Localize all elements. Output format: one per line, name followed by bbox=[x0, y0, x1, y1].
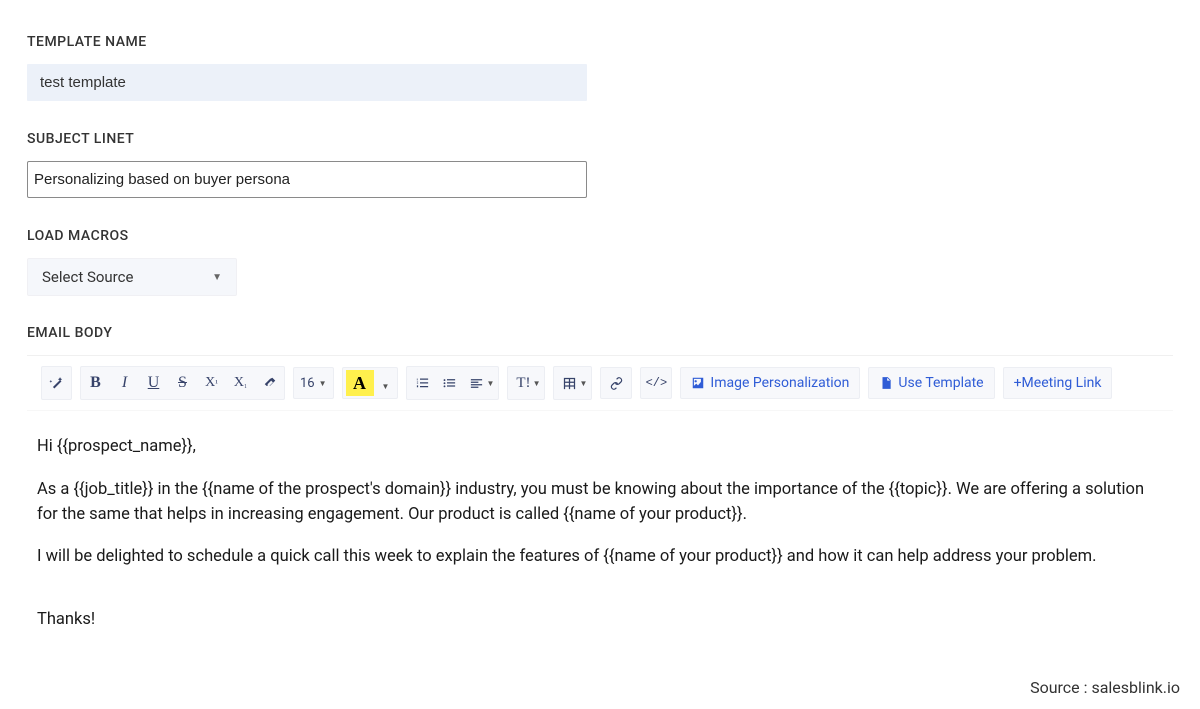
link-icon bbox=[609, 376, 624, 391]
email-body-label: EMAIL BODY bbox=[27, 325, 1173, 341]
align-icon bbox=[469, 376, 484, 391]
template-name-input[interactable] bbox=[27, 64, 587, 101]
macro-source-value: Select Source bbox=[42, 268, 133, 286]
underline-button[interactable]: U bbox=[139, 367, 168, 399]
font-size-select[interactable]: 16 ▼ bbox=[293, 367, 334, 399]
chevron-down-icon: ▼ bbox=[212, 272, 222, 283]
email-body-editor[interactable]: Hi {{prospect_name}}, As a {{job_title}}… bbox=[27, 411, 1173, 661]
body-paragraph-2: I will be delighted to schedule a quick … bbox=[37, 545, 1163, 570]
font-size-value: 16 bbox=[300, 376, 315, 391]
template-name-label: TEMPLATE NAME bbox=[27, 34, 1173, 50]
font-color-icon: A bbox=[346, 370, 374, 396]
bold-button[interactable]: B bbox=[81, 367, 110, 399]
body-greeting: Hi {{prospect_name}}, bbox=[37, 435, 1163, 460]
subject-line-label: SUBJECT LINET bbox=[27, 131, 1173, 147]
unordered-list-icon bbox=[442, 376, 457, 391]
editor-toolbar: B I U S X X 16 ▼ A ▼ bbox=[27, 355, 1173, 411]
load-macros-label: LOAD MACROS bbox=[27, 228, 1173, 244]
unordered-list-button[interactable] bbox=[434, 367, 461, 399]
insert-table-button[interactable]: ▼ bbox=[554, 367, 591, 399]
code-view-button[interactable]: </> bbox=[640, 367, 672, 399]
use-template-button[interactable]: Use Template bbox=[868, 367, 994, 399]
table-icon bbox=[562, 376, 577, 391]
ordered-list-icon bbox=[415, 376, 430, 391]
body-closing: Thanks! bbox=[37, 608, 1163, 633]
font-color-button[interactable]: A ▼ bbox=[342, 367, 399, 399]
chevron-down-icon: ▼ bbox=[319, 379, 327, 388]
image-personalization-button[interactable]: Image Personalization bbox=[680, 367, 860, 399]
meeting-link-label: +Meeting Link bbox=[1014, 375, 1102, 391]
magic-wand-button[interactable] bbox=[42, 367, 71, 399]
superscript-button[interactable]: X bbox=[197, 367, 226, 399]
meeting-link-button[interactable]: +Meeting Link bbox=[1003, 367, 1113, 399]
align-button[interactable]: ▼ bbox=[461, 367, 498, 399]
subject-line-input[interactable] bbox=[27, 161, 587, 198]
chevron-down-icon: ▼ bbox=[382, 382, 390, 391]
macro-source-select[interactable]: Select Source ▼ bbox=[27, 258, 237, 296]
paragraph-style-label: T! bbox=[516, 375, 530, 392]
file-icon bbox=[879, 376, 893, 390]
body-paragraph-1: As a {{job_title}} in the {{name of the … bbox=[37, 478, 1163, 528]
insert-link-button[interactable] bbox=[600, 367, 632, 399]
eraser-icon bbox=[263, 376, 277, 390]
image-icon bbox=[691, 376, 705, 390]
paragraph-style-button[interactable]: T! ▼ bbox=[508, 367, 544, 399]
use-template-label: Use Template bbox=[898, 375, 983, 391]
strikethrough-button[interactable]: S bbox=[168, 367, 197, 399]
clear-format-button[interactable] bbox=[255, 367, 284, 399]
image-personalization-label: Image Personalization bbox=[710, 375, 849, 391]
chevron-down-icon: ▼ bbox=[486, 379, 494, 388]
italic-button[interactable]: I bbox=[110, 367, 139, 399]
chevron-down-icon: ▼ bbox=[579, 379, 587, 388]
ordered-list-button[interactable] bbox=[407, 367, 434, 399]
source-credit: Source : salesblink.io bbox=[1030, 678, 1180, 697]
chevron-down-icon: ▼ bbox=[533, 379, 541, 388]
magic-wand-icon bbox=[48, 375, 65, 392]
subscript-button[interactable]: X bbox=[226, 367, 255, 399]
